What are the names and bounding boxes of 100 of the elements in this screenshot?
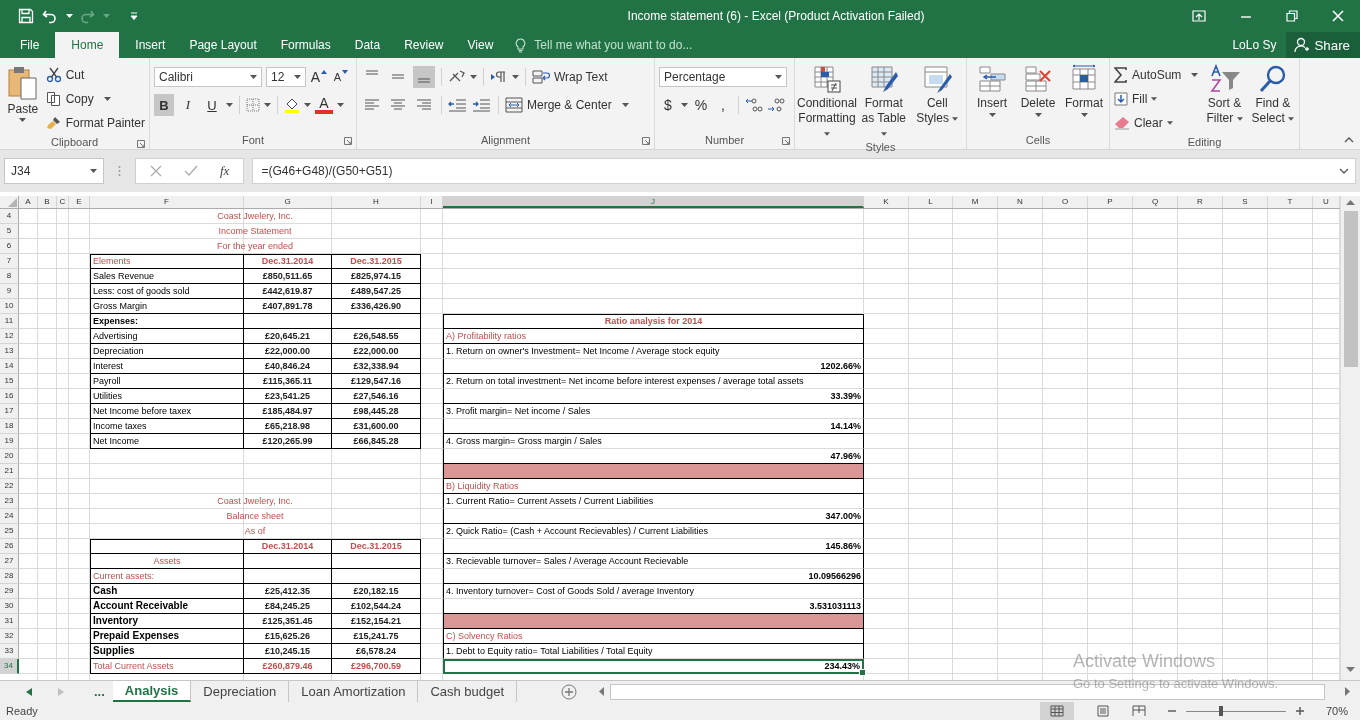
row-header[interactable]: 26 [0, 539, 19, 554]
copy-button[interactable]: Copy [45, 88, 145, 110]
normal-view-icon[interactable] [1039, 702, 1074, 720]
percent-button[interactable]: % [692, 94, 710, 116]
row-header[interactable]: 10 [0, 299, 19, 314]
dialog-launcher-icon[interactable] [137, 140, 145, 148]
restore-icon[interactable] [1286, 10, 1298, 22]
row-header[interactable]: 8 [0, 269, 19, 284]
caret-icon[interactable] [264, 103, 271, 107]
ribbon-display-icon[interactable] [1192, 10, 1206, 22]
format-painter-button[interactable]: Format Painter [45, 112, 145, 134]
share-button[interactable]: Share [1286, 32, 1360, 58]
page-break-icon[interactable] [1131, 705, 1146, 717]
close-icon[interactable] [1332, 10, 1344, 22]
row-header[interactable]: 6 [0, 239, 19, 254]
row-header[interactable]: 15 [0, 374, 19, 389]
zoom-level[interactable]: 70% [1325, 705, 1348, 717]
number-format-field[interactable]: Percentage [659, 67, 787, 87]
row-header[interactable]: 17 [0, 404, 19, 419]
row-header[interactable]: 27 [0, 554, 19, 569]
fill-handle[interactable] [859, 669, 866, 676]
undo-icon[interactable] [42, 8, 58, 24]
fill-bucket-icon[interactable] [284, 97, 300, 113]
column-header[interactable]: H [332, 196, 421, 208]
row-header[interactable]: 34 [0, 659, 19, 674]
font-style-button[interactable]: B [154, 94, 174, 116]
column-header[interactable]: F [90, 196, 244, 208]
font-size-field[interactable]: 12 [266, 67, 306, 87]
grow-font-button[interactable]: A [310, 66, 328, 88]
column-header[interactable]: C [57, 196, 69, 208]
row-header[interactable]: 28 [0, 569, 19, 584]
column-header[interactable]: S [1223, 196, 1268, 208]
scroll-thumb[interactable] [1343, 211, 1358, 367]
styles-button[interactable]: Conditional Formatting [799, 64, 855, 141]
ribbon-tab[interactable]: Formulas [268, 32, 343, 58]
vertical-scrollbar[interactable] [1340, 196, 1360, 680]
name-box[interactable]: J34 [4, 158, 104, 184]
row-header[interactable]: 12 [0, 329, 19, 344]
column-header[interactable]: O [1043, 196, 1088, 208]
decrease-decimal-icon[interactable] [767, 97, 785, 113]
comma-button[interactable]: , [714, 94, 732, 116]
zoom-thumb[interactable] [1218, 705, 1223, 716]
column-header[interactable]: R [1178, 196, 1223, 208]
caret-icon[interactable] [470, 75, 477, 79]
row-header[interactable]: 5 [0, 224, 19, 239]
row-header[interactable]: 18 [0, 419, 19, 434]
row-header[interactable]: 19 [0, 434, 19, 449]
styles-button[interactable]: Cell Styles [912, 64, 962, 126]
scroll-up-icon[interactable] [1346, 200, 1355, 205]
increase-decimal-icon[interactable] [745, 97, 763, 113]
font-name-field[interactable]: Calibri [154, 67, 262, 87]
dialog-launcher-icon[interactable] [344, 137, 352, 145]
font-style-button[interactable]: I [178, 94, 198, 116]
column-header[interactable]: L [909, 196, 953, 208]
column-header[interactable]: M [953, 196, 998, 208]
ribbon-tab[interactable]: Data [342, 32, 393, 58]
check-icon[interactable] [184, 165, 198, 177]
sort-filter-button[interactable]: Sort & Filter [1202, 64, 1247, 126]
paragraph-direction-icon[interactable] [490, 69, 508, 85]
column-header[interactable]: P [1088, 196, 1133, 208]
sheet-tab[interactable]: Analysis [112, 681, 192, 702]
clear-button[interactable]: Clear [1114, 112, 1199, 134]
wrap-text-button[interactable]: Wrap Text [532, 66, 608, 88]
ribbon-tab[interactable]: Home [55, 32, 120, 58]
cut-button[interactable]: Cut [45, 64, 145, 86]
dialog-launcher-icon[interactable] [642, 137, 650, 145]
increase-indent-icon[interactable] [472, 97, 492, 113]
dialog-launcher-icon[interactable] [782, 137, 790, 145]
caret-icon[interactable] [681, 103, 688, 107]
zoom-in-icon[interactable] [1295, 707, 1304, 715]
caret-icon[interactable] [304, 103, 311, 107]
cells-button[interactable]: Format [1063, 64, 1105, 117]
row-header[interactable]: 13 [0, 344, 19, 359]
find-select-button[interactable]: Find & Select [1250, 64, 1295, 126]
expand-icon[interactable] [1339, 168, 1349, 174]
merge-center-button[interactable]: Merge & Center [505, 94, 629, 116]
ribbon-tab[interactable]: Page Layout [177, 32, 269, 58]
formula-field[interactable]: =(G46+G48)/(G50+G51) [252, 158, 1356, 184]
row-header[interactable]: 29 [0, 584, 19, 599]
row-header[interactable]: 25 [0, 524, 19, 539]
column-header[interactable]: T [1268, 196, 1313, 208]
drag-handle-icon[interactable] [118, 165, 121, 177]
column-header[interactable]: Q [1133, 196, 1178, 208]
user-name[interactable]: LoLo Sy [1222, 38, 1287, 52]
paste-button[interactable]: Paste [4, 64, 42, 122]
ribbon-tab[interactable]: File [8, 32, 52, 58]
column-header[interactable]: J [443, 196, 864, 208]
row-header[interactable]: 21 [0, 464, 19, 479]
column-header[interactable]: B [38, 196, 57, 208]
autosum-button[interactable]: AutoSum [1114, 64, 1199, 86]
fill-button[interactable]: Fill [1114, 88, 1199, 110]
scroll-right-icon[interactable] [1345, 687, 1350, 696]
scroll-down-icon[interactable] [1346, 667, 1355, 672]
more-sheets-button[interactable]: ... [86, 681, 113, 702]
ribbon-tab[interactable]: View [455, 32, 506, 58]
column-header[interactable]: E [69, 196, 90, 208]
column-header[interactable]: K [864, 196, 909, 208]
insert-function-button[interactable]: fx [220, 163, 230, 179]
decrease-indent-icon[interactable] [448, 97, 468, 113]
row-header[interactable]: 23 [0, 494, 19, 509]
